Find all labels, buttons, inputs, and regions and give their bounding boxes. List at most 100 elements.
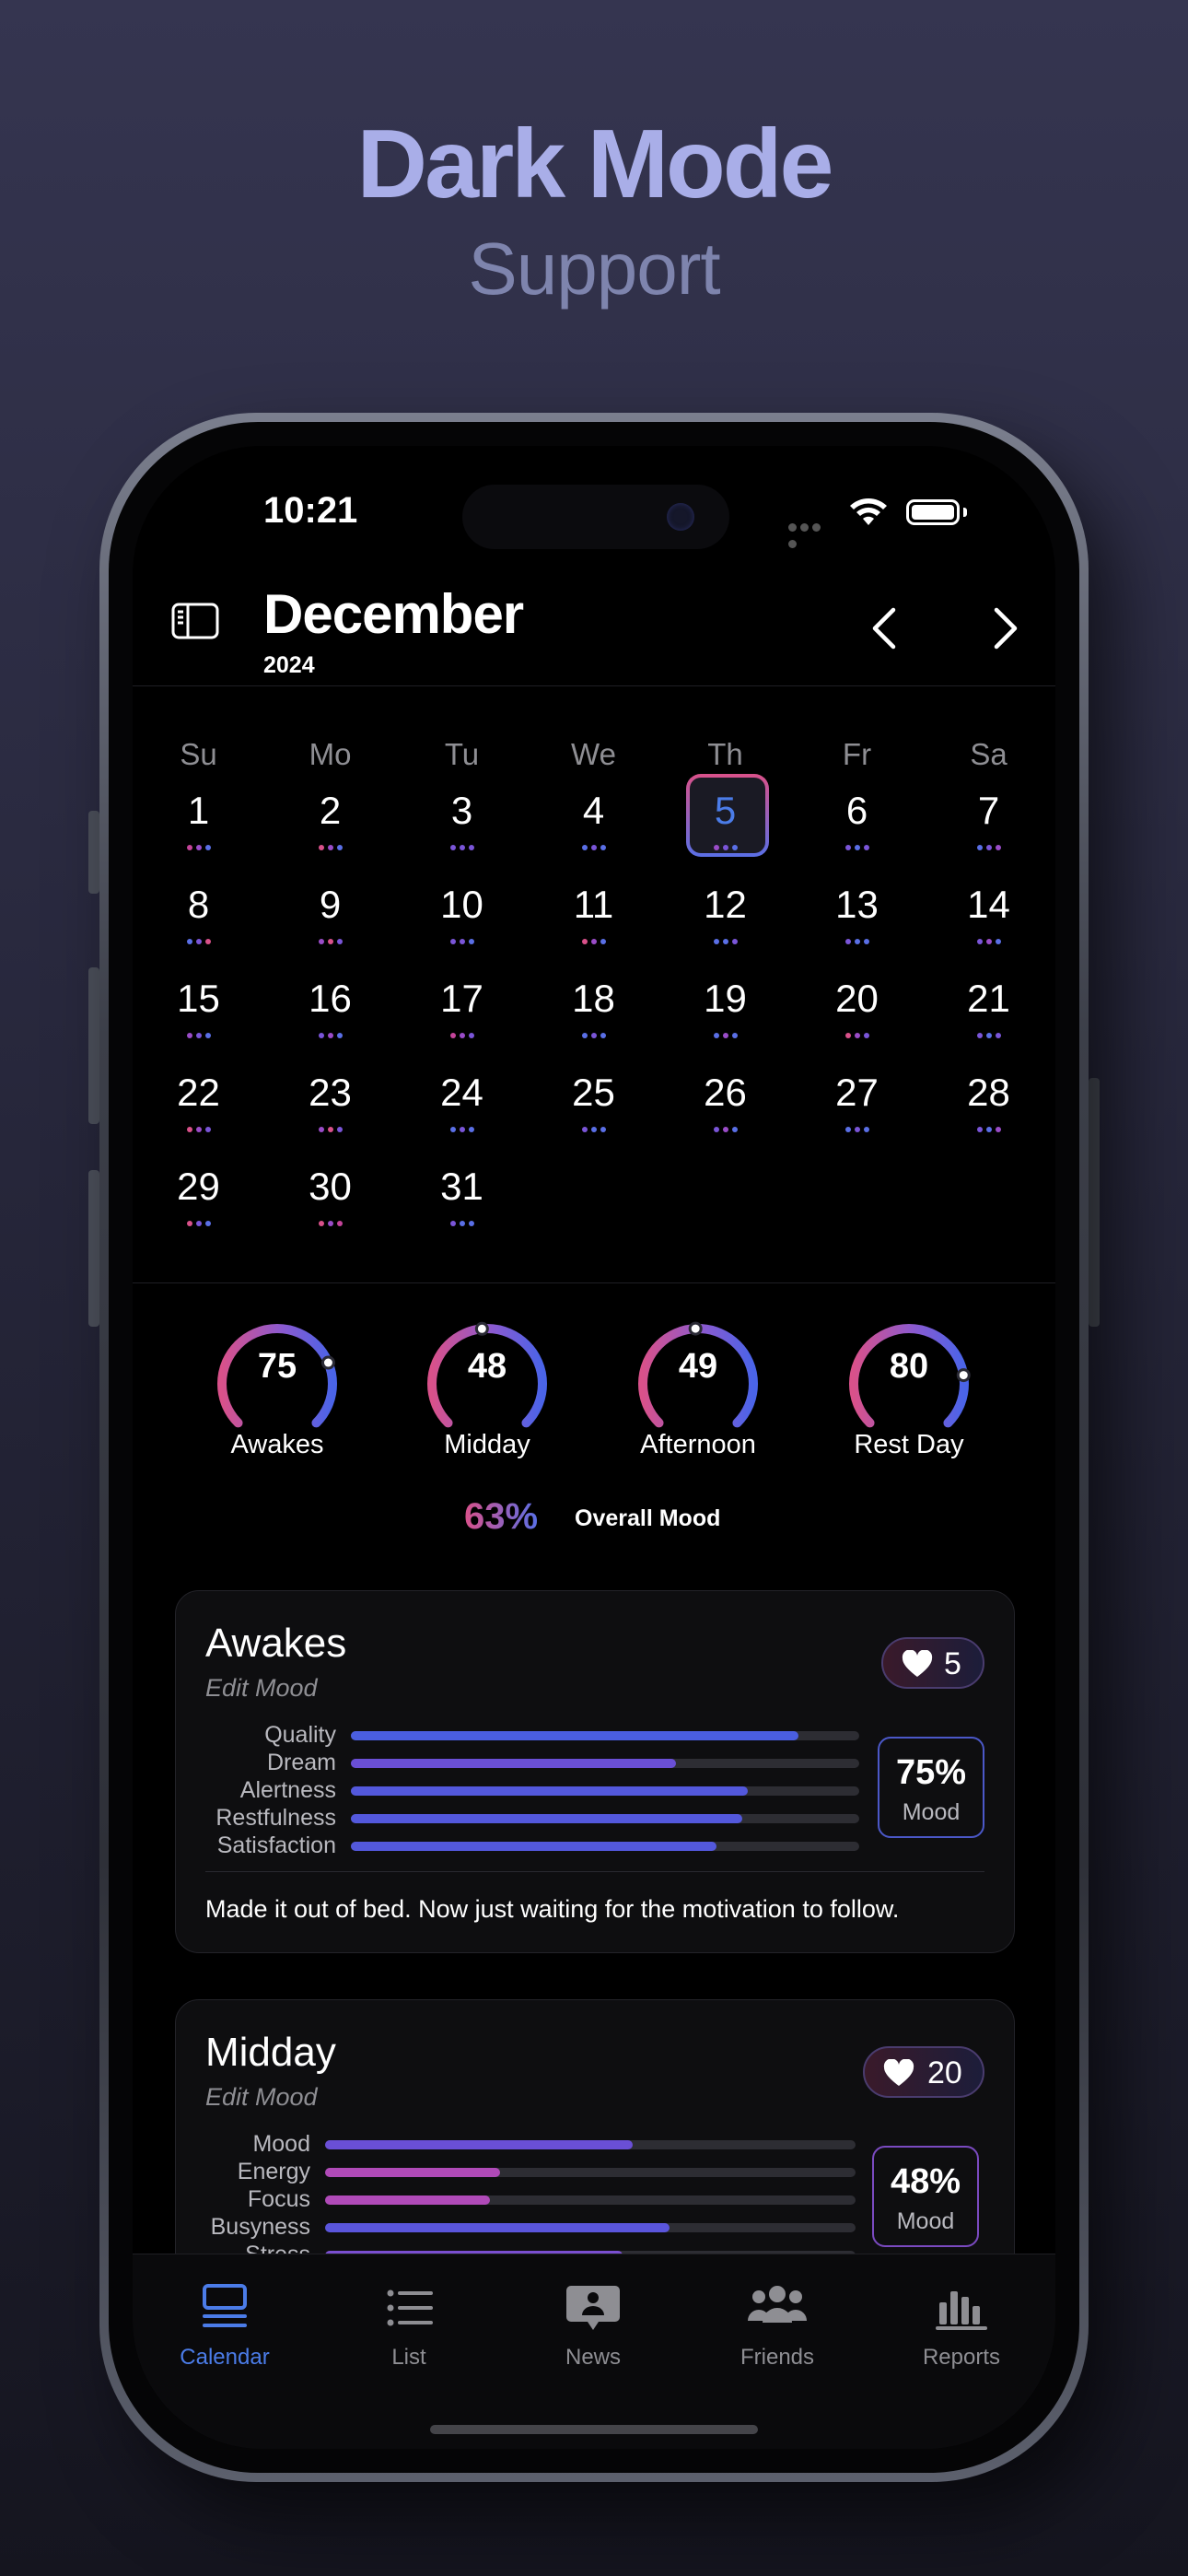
mood-dot bbox=[449, 1221, 456, 1226]
calendar-day[interactable]: 1 bbox=[133, 789, 264, 879]
mood-dot bbox=[195, 845, 202, 850]
day-number: 27 bbox=[835, 1071, 879, 1114]
mood-dot bbox=[854, 845, 860, 850]
mood-dot bbox=[449, 1033, 456, 1038]
calendar-day[interactable]: 12 bbox=[659, 883, 791, 973]
calendar-day[interactable]: 10 bbox=[396, 883, 528, 973]
mood-dots bbox=[133, 1033, 264, 1038]
calendar-day[interactable]: 11 bbox=[528, 883, 659, 973]
calendar-day[interactable]: 24 bbox=[396, 1071, 528, 1161]
chevron-left-icon[interactable] bbox=[866, 603, 903, 654]
heart-icon bbox=[883, 2059, 914, 2086]
calendar-day[interactable]: 4 bbox=[528, 789, 659, 879]
calendar-day[interactable]: 29 bbox=[133, 1165, 264, 1255]
calendar-day[interactable]: 31 bbox=[396, 1165, 528, 1255]
mood-card-midday[interactable]: Midday Edit Mood 20 48% Mood Mood Energy F… bbox=[175, 1999, 1015, 2296]
mood-dot bbox=[195, 1127, 202, 1132]
metric-bar-fill bbox=[325, 2195, 490, 2205]
calendar-day[interactable]: 3 bbox=[396, 789, 528, 879]
day-number: 29 bbox=[177, 1165, 220, 1208]
mood-card-awakes[interactable]: Awakes Edit Mood 5 75% Mood Made it out … bbox=[175, 1590, 1015, 1953]
calendar-day[interactable]: 9 bbox=[264, 883, 396, 973]
edit-mood-link[interactable]: Edit Mood bbox=[205, 1674, 318, 1703]
tab-news[interactable]: News bbox=[501, 2282, 685, 2383]
chevron-right-icon[interactable] bbox=[987, 603, 1024, 654]
mood-dot bbox=[195, 1033, 202, 1038]
mood-dot bbox=[985, 845, 992, 850]
calendar-day[interactable]: 25 bbox=[528, 1071, 659, 1161]
calendar-day[interactable]: 26 bbox=[659, 1071, 791, 1161]
day-number: 26 bbox=[704, 1071, 747, 1114]
calendar-day[interactable]: 19 bbox=[659, 977, 791, 1067]
tab-calendar[interactable]: Calendar bbox=[133, 2282, 317, 2383]
calendar-day[interactable]: 22 bbox=[133, 1071, 264, 1161]
home-indicator[interactable] bbox=[430, 2425, 758, 2434]
metric-bar-fill bbox=[351, 1731, 798, 1740]
calendar-day[interactable]: 28 bbox=[923, 1071, 1054, 1161]
mood-dot bbox=[854, 1127, 860, 1132]
likes-badge[interactable]: 20 bbox=[863, 2046, 984, 2098]
mood-dot bbox=[722, 1033, 728, 1038]
metric-label: Satisfaction bbox=[216, 1832, 336, 1858]
mood-dot bbox=[854, 939, 860, 944]
calendar-day[interactable]: 21 bbox=[923, 977, 1054, 1067]
metric-row: Energy bbox=[176, 2159, 1014, 2186]
metric-bar-fill bbox=[351, 1814, 743, 1823]
calendar-day[interactable]: 6 bbox=[791, 789, 923, 879]
calendar-day-today[interactable]: 5 bbox=[659, 778, 791, 879]
calendar-day[interactable]: 8 bbox=[133, 883, 264, 973]
edit-mood-link[interactable]: Edit Mood bbox=[205, 2083, 318, 2112]
day-number: 2 bbox=[319, 789, 342, 832]
mood-dot bbox=[195, 1221, 202, 1226]
calendar-day[interactable]: 27 bbox=[791, 1071, 923, 1161]
calendar-day[interactable]: 7 bbox=[923, 789, 1054, 879]
mood-dot bbox=[995, 1127, 1001, 1132]
mood-dots bbox=[396, 1221, 528, 1226]
calendar-day[interactable]: 16 bbox=[264, 977, 396, 1067]
heart-icon bbox=[902, 1650, 933, 1677]
mood-dot bbox=[336, 1127, 343, 1132]
mood-dots bbox=[264, 1127, 396, 1132]
likes-badge[interactable]: 5 bbox=[881, 1637, 984, 1689]
gauge-label: Afternoon bbox=[640, 1430, 756, 1459]
calendar-icon bbox=[203, 2284, 247, 2327]
mood-dot bbox=[449, 939, 456, 944]
calendar-day[interactable]: 18 bbox=[528, 977, 659, 1067]
metric-bar-fill bbox=[351, 1759, 677, 1768]
calendar-day[interactable]: 13 bbox=[791, 883, 923, 973]
tab-reports[interactable]: Reports bbox=[869, 2282, 1054, 2383]
calendar-day[interactable]: 23 bbox=[264, 1071, 396, 1161]
mood-dots bbox=[264, 1221, 396, 1226]
mood-dot bbox=[318, 939, 324, 944]
mood-dot bbox=[590, 1033, 597, 1038]
metric-row: Focus bbox=[176, 2186, 1014, 2214]
calendar-day[interactable]: 30 bbox=[264, 1165, 396, 1255]
day-number: 19 bbox=[704, 977, 747, 1020]
mood-dot bbox=[459, 1033, 465, 1038]
metric-row: Satisfaction bbox=[176, 1832, 1014, 1860]
mood-dot bbox=[327, 1033, 333, 1038]
tab-list[interactable]: List bbox=[317, 2282, 501, 2383]
overall-mood: 63% Overall Mood bbox=[133, 1496, 1055, 1551]
card-divider bbox=[205, 1871, 984, 1872]
day-number: 24 bbox=[440, 1071, 483, 1114]
mood-dots bbox=[264, 939, 396, 944]
mood-dots bbox=[528, 1127, 659, 1132]
mood-dot bbox=[468, 1221, 474, 1226]
action-button bbox=[88, 811, 99, 894]
mood-dots bbox=[396, 845, 528, 850]
calendar-day[interactable]: 20 bbox=[791, 977, 923, 1067]
tab-friends[interactable]: Friends bbox=[685, 2282, 869, 2383]
mood-dot bbox=[327, 1127, 333, 1132]
calendar-day[interactable]: 2 bbox=[264, 789, 396, 879]
metric-row: Restfulness bbox=[176, 1805, 1014, 1832]
mood-dots bbox=[659, 939, 791, 944]
sidebar-toggle-icon[interactable] bbox=[171, 603, 219, 639]
day-number: 23 bbox=[309, 1071, 352, 1114]
gauge-label: Awakes bbox=[230, 1430, 324, 1459]
calendar-day[interactable]: 17 bbox=[396, 977, 528, 1067]
metric-label: Alertness bbox=[239, 1777, 336, 1803]
mood-dot bbox=[995, 845, 1001, 850]
calendar-day[interactable]: 15 bbox=[133, 977, 264, 1067]
calendar-day[interactable]: 14 bbox=[923, 883, 1054, 973]
